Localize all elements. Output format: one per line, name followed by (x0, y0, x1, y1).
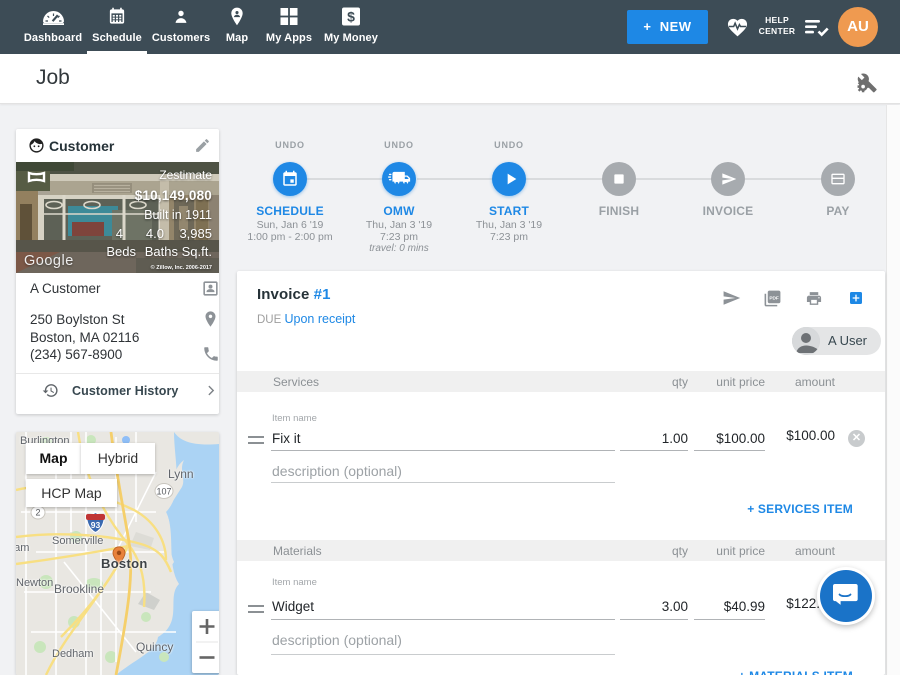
svg-text:107: 107 (156, 487, 171, 497)
svg-text:93: 93 (91, 520, 101, 530)
svg-text:$: $ (347, 9, 355, 25)
svg-text:PDF: PDF (769, 296, 779, 302)
svg-text:2: 2 (35, 508, 40, 518)
